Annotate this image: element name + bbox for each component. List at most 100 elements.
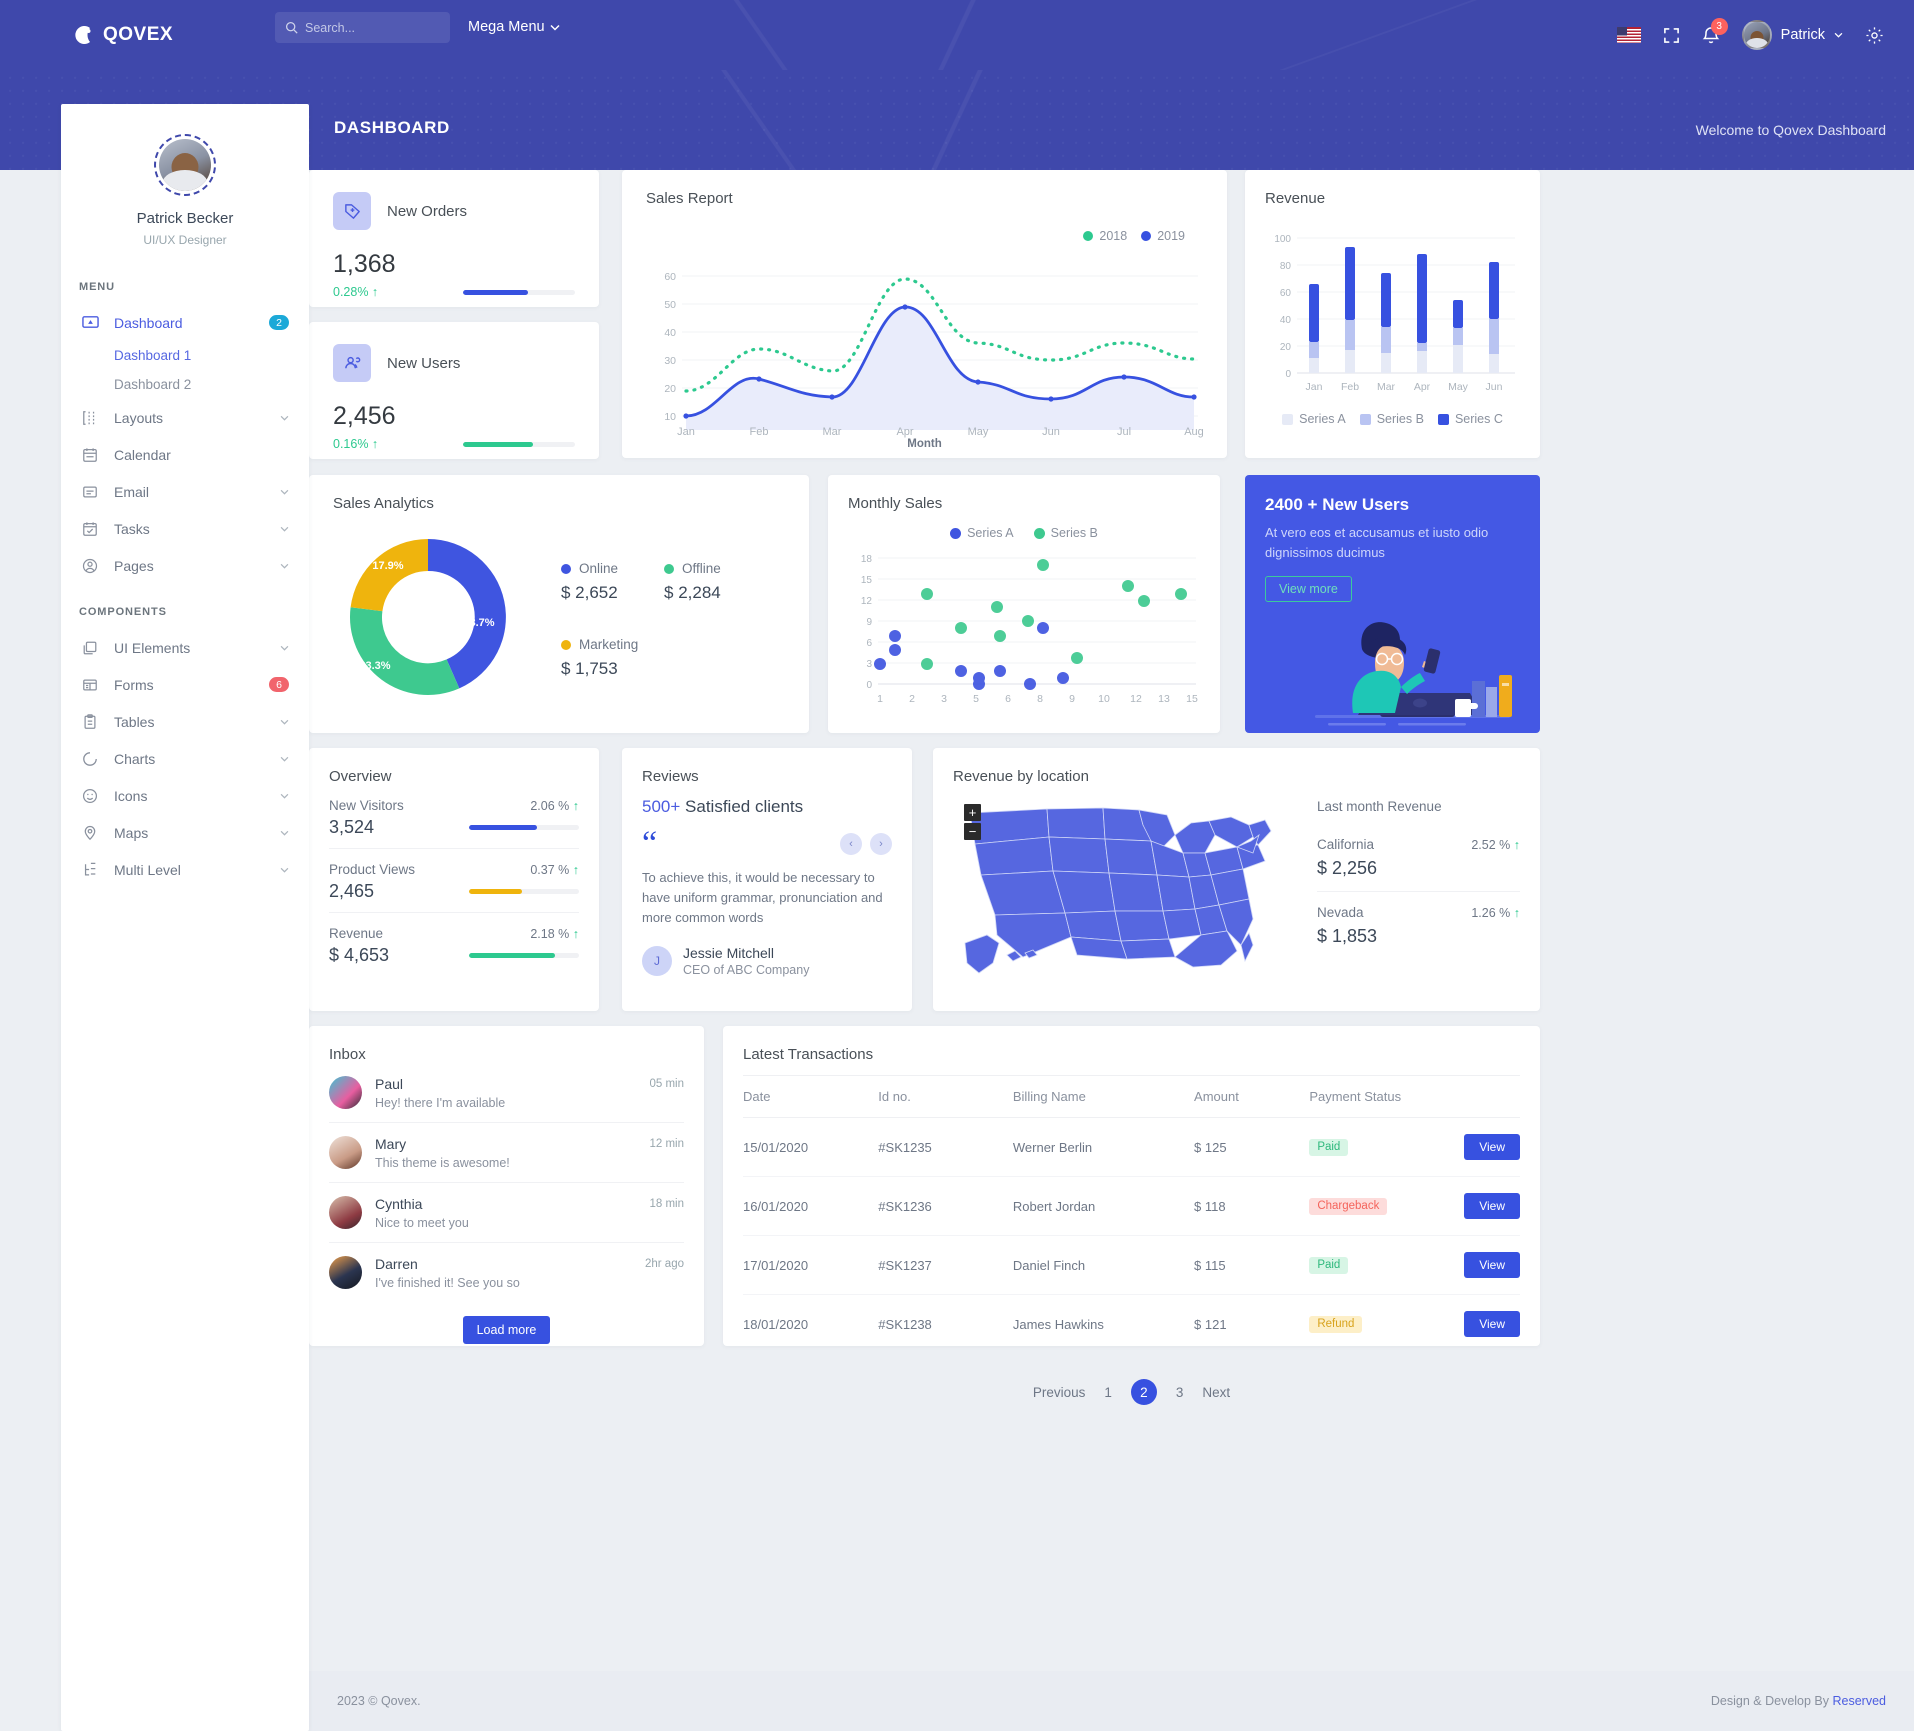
overview-value: 3,524 — [329, 817, 375, 837]
last-month-revenue-label: Last month Revenue — [1317, 799, 1442, 814]
svg-text:60: 60 — [1280, 288, 1292, 299]
svg-text:12: 12 — [861, 596, 873, 607]
load-more-button[interactable]: Load more — [462, 1316, 551, 1344]
footer-credit: Design & Develop By Reserved — [1711, 1694, 1886, 1708]
card-title: Inbox — [329, 1046, 366, 1063]
sidebar-item-maps[interactable]: Maps — [61, 814, 309, 851]
sidebar-item-label: Dashboard — [114, 314, 183, 331]
sidebar-item-dashboard[interactable]: Dashboard 2 — [61, 304, 309, 341]
sidebar-item-label: Forms — [114, 676, 154, 693]
card-title: Revenue — [1265, 190, 1326, 207]
fullscreen-icon[interactable] — [1663, 27, 1680, 44]
view-button[interactable]: View — [1464, 1311, 1520, 1337]
mega-menu-label: Mega Menu — [468, 19, 545, 35]
cell-billing-name: Werner Berlin — [1012, 1117, 1195, 1177]
pagination-page-2[interactable]: 2 — [1130, 1379, 1157, 1405]
pagination-next[interactable]: Next — [1202, 1385, 1230, 1400]
sidebar-item-email[interactable]: Email — [61, 473, 309, 510]
legend-label: Marketing — [579, 637, 639, 652]
us-map[interactable]: + − — [953, 795, 1283, 985]
sidebar-item-icons[interactable]: Icons — [61, 777, 309, 814]
calendar-icon — [79, 447, 101, 463]
footer-credit-link[interactable]: Reserved — [1833, 1694, 1887, 1708]
svg-text:20: 20 — [1280, 342, 1292, 353]
gear-icon[interactable] — [1865, 26, 1884, 45]
overview-label: Product Views — [329, 862, 416, 877]
sidebar-subitem-dashboard-1[interactable]: Dashboard 1 — [61, 341, 309, 370]
column-header-action — [1464, 1075, 1520, 1118]
view-button[interactable]: View — [1464, 1252, 1520, 1278]
location-name: California — [1317, 837, 1375, 852]
legend-label: Series A — [1299, 412, 1346, 426]
page-title: DASHBOARD — [334, 118, 450, 137]
revenue-legend: Series A Series B Series C — [1265, 412, 1520, 426]
task-icon — [79, 521, 101, 537]
svg-text:5: 5 — [973, 693, 979, 705]
inbox-item[interactable]: Darren I've finished it! See you so 2hr … — [329, 1242, 684, 1302]
map-zoom-in-button[interactable]: + — [964, 804, 981, 821]
legend-label: Series B — [1050, 526, 1098, 540]
sidebar-item-ui-elements[interactable]: UI Elements — [61, 629, 309, 666]
inbox-item[interactable]: Mary This theme is awesome! 12 min — [329, 1122, 684, 1182]
stat-value: 2,456 — [333, 402, 396, 430]
sidebar-item-tables[interactable]: Tables — [61, 703, 309, 740]
donut-legend-marketing: Marketing $ 1,753 — [561, 637, 785, 679]
sales-report-legend: 2018 2019 — [646, 229, 1185, 243]
sidebar-item-multi-level[interactable]: Multi Level — [61, 851, 309, 888]
inbox-item[interactable]: Cynthia Nice to meet you 18 min — [329, 1182, 684, 1242]
promo-title: 2400 + New Users — [1265, 495, 1410, 514]
review-author-name: Jessie Mitchell — [683, 944, 775, 961]
inbox-item[interactable]: Paul Hey! there I'm available 05 min — [329, 1063, 684, 1122]
avatar — [329, 1136, 362, 1169]
stat-label: New Orders — [387, 202, 468, 220]
overview-label: Revenue — [329, 926, 384, 941]
pagination-page-1[interactable]: 1 — [1104, 1385, 1112, 1400]
sidebar-item-charts[interactable]: Charts — [61, 740, 309, 777]
mail-icon — [79, 484, 101, 500]
view-button[interactable]: View — [1464, 1193, 1520, 1219]
sidebar-avatar[interactable] — [154, 134, 216, 196]
reviews-headline-rest: Satisfied clients — [680, 797, 804, 816]
stat-percent: 0.16% ↑ — [333, 437, 379, 451]
status-badge: Paid — [1309, 1138, 1349, 1156]
reviews-card: Reviews 500+ Satisfied clients “ ‹ › To … — [622, 748, 912, 1011]
svg-text:6: 6 — [1005, 693, 1011, 705]
location-value: $ 2,256 — [1317, 858, 1378, 878]
svg-text:12: 12 — [1130, 693, 1142, 705]
svg-text:15: 15 — [1186, 693, 1198, 705]
sidebar-subitem-dashboard-2[interactable]: Dashboard 2 — [61, 370, 309, 399]
bell-icon[interactable]: 3 — [1702, 17, 1728, 45]
search-input[interactable] — [305, 20, 425, 35]
map-zoom-out-button[interactable]: − — [964, 823, 981, 840]
carousel-prev-button[interactable]: ‹ — [840, 833, 862, 856]
reviews-headline: 500+ Satisfied clients — [642, 797, 892, 817]
user-menu[interactable]: Patrick — [1741, 20, 1843, 50]
donut-pct-online: 48.7% — [463, 617, 494, 629]
brand-logo-area[interactable]: QOVEX — [72, 24, 272, 46]
view-button[interactable]: View — [1464, 1134, 1520, 1160]
carousel-next-button[interactable]: › — [870, 833, 892, 856]
mega-menu-dropdown[interactable]: Mega Menu — [468, 19, 560, 35]
overview-progress-bar — [469, 825, 579, 830]
search-box[interactable] — [275, 12, 450, 43]
inbox-time: 12 min — [649, 1138, 684, 1150]
flag-icon[interactable] — [1616, 27, 1641, 43]
pagination-previous[interactable]: Previous — [1033, 1385, 1086, 1400]
pagination-page-3[interactable]: 3 — [1176, 1385, 1184, 1400]
svg-text:Feb: Feb — [750, 426, 769, 438]
svg-text:6: 6 — [866, 638, 872, 649]
sidebar-item-layouts[interactable]: Layouts — [61, 399, 309, 436]
reviews-carousel-nav: ‹ › — [840, 833, 892, 856]
svg-text:80: 80 — [1280, 261, 1292, 272]
quote-icon: “ — [642, 825, 658, 862]
sidebar-item-tasks[interactable]: Tasks — [61, 510, 309, 547]
sidebar-item-pages[interactable]: Pages — [61, 547, 309, 584]
inbox-message: I've finished it! See you so — [375, 1276, 520, 1290]
svg-text:Apr: Apr — [896, 426, 913, 438]
sidebar-item-calendar[interactable]: Calendar — [61, 436, 309, 473]
donut-legend-online: Online $ 2,652 — [561, 561, 618, 603]
pagination: Previous 1 2 3 Next — [743, 1379, 1520, 1405]
sidebar-item-forms[interactable]: Forms 6 — [61, 666, 309, 703]
svg-text:9: 9 — [866, 617, 872, 628]
inbox-message: This theme is awesome! — [375, 1156, 510, 1170]
